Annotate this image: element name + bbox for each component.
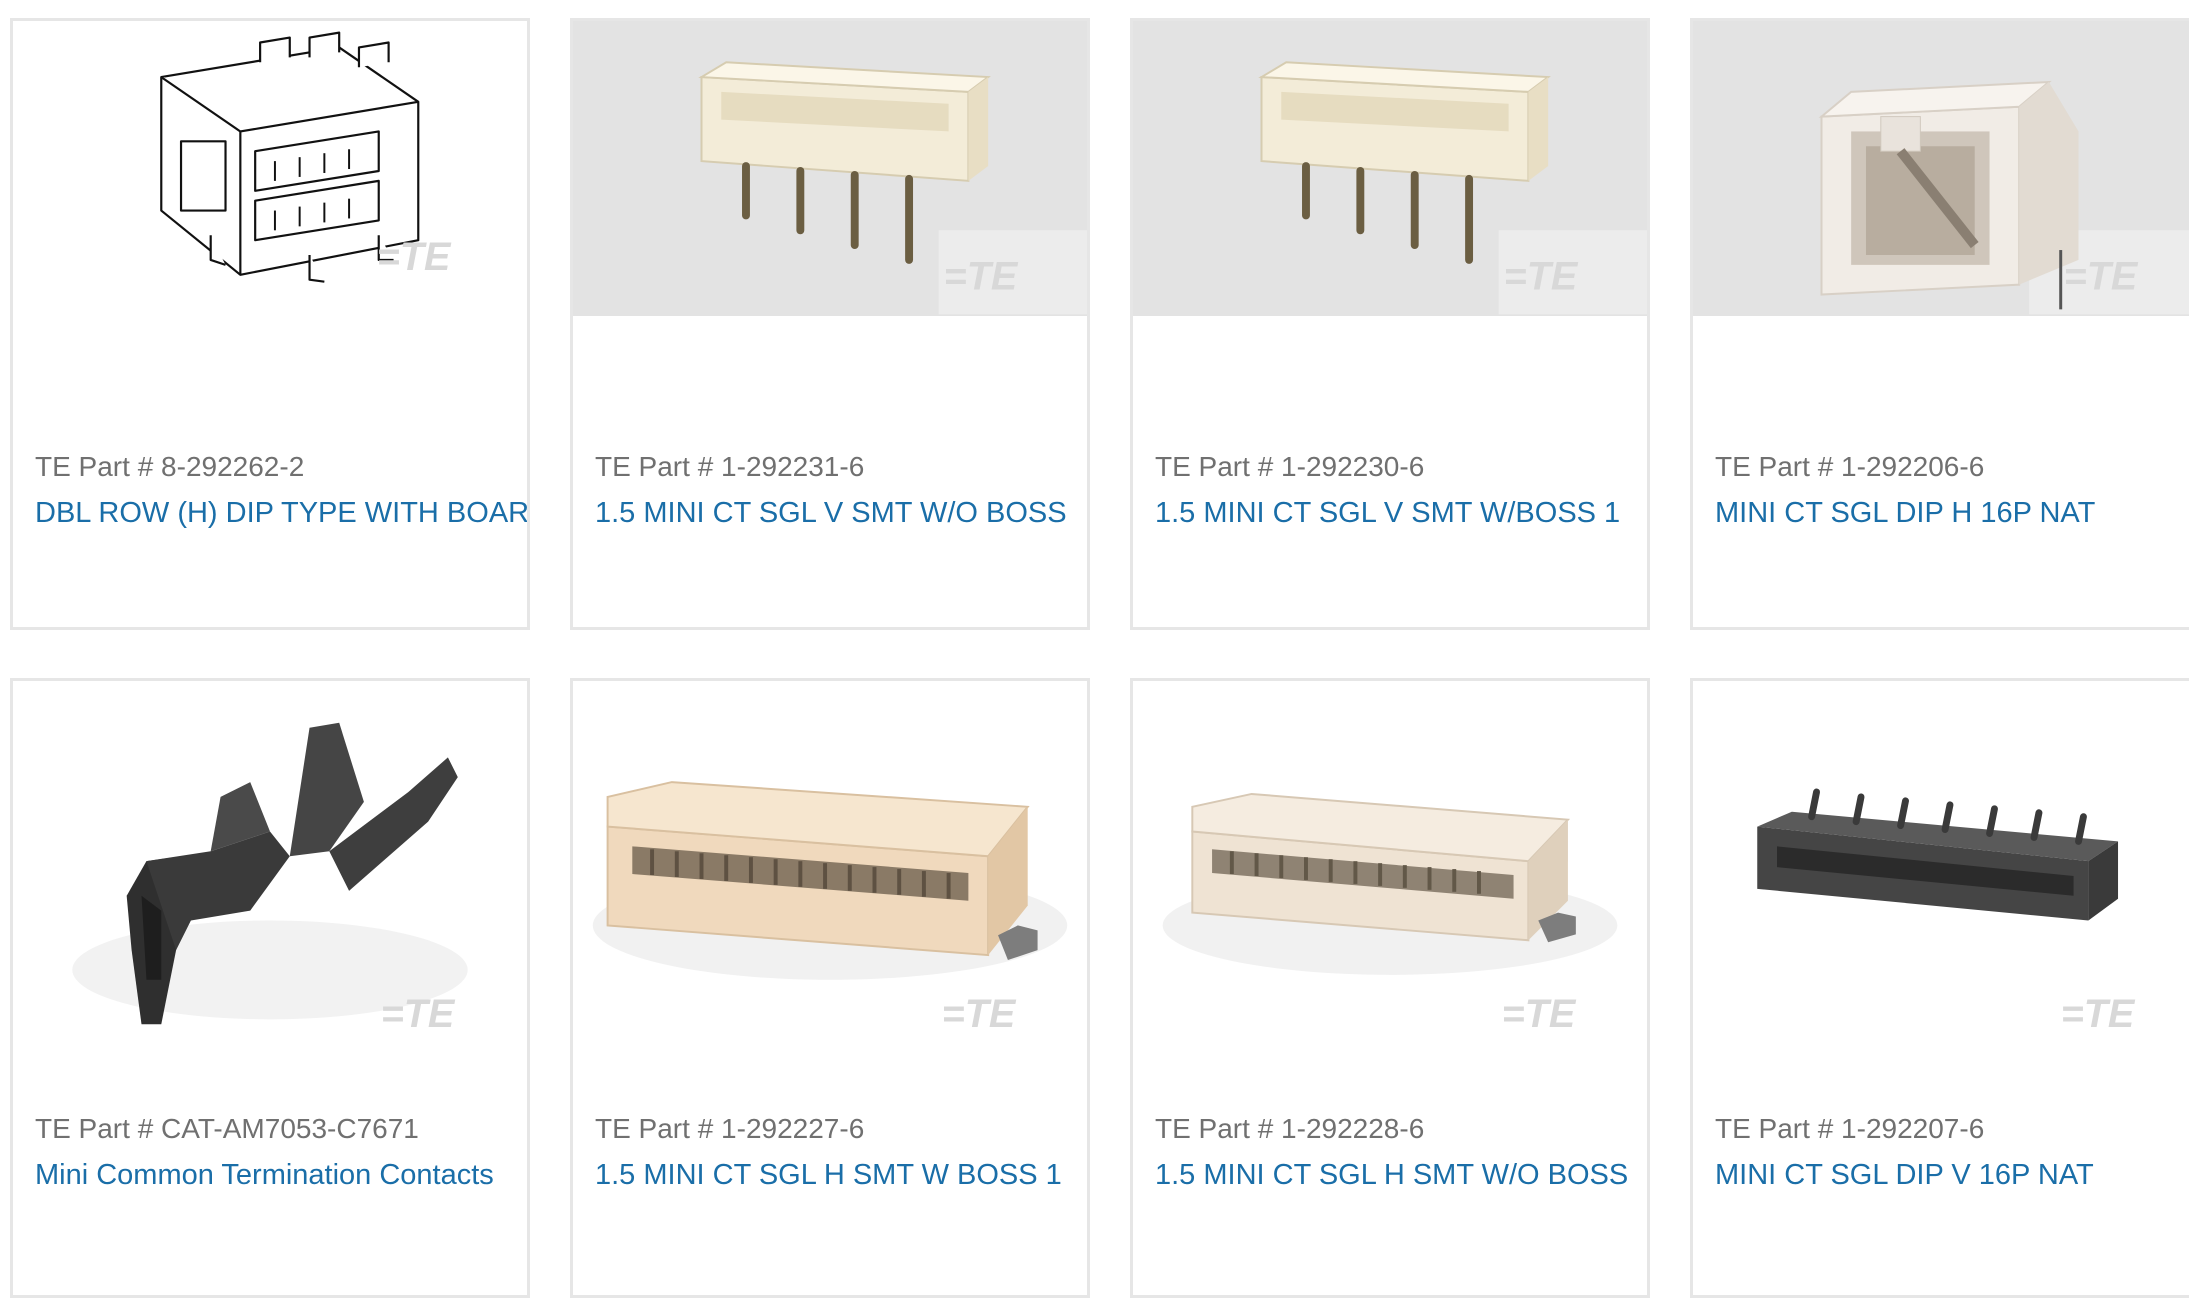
product-link[interactable]: Mini Common Termination Contacts bbox=[35, 1159, 494, 1192]
product-image[interactable]: =TE bbox=[1693, 21, 2189, 316]
product-image[interactable]: =TE bbox=[1133, 21, 1647, 316]
part-number: TE Part # CAT-AM7053-C7671 bbox=[35, 1113, 419, 1144]
part-number: TE Part # 1-292228-6 bbox=[1155, 1113, 1425, 1144]
te-watermark-icon: =TE bbox=[2064, 255, 2139, 299]
product-card[interactable]: =TE TE Part # 1-292207-6 MINI CT SGL DIP… bbox=[1690, 678, 2189, 1298]
te-watermark-icon: =TE bbox=[377, 235, 452, 279]
right-angle-dip-header-natural-icon: =TE bbox=[1818, 80, 2189, 315]
part-number: TE Part # 8-292262-2 bbox=[35, 451, 305, 482]
product-image[interactable]: =TE bbox=[13, 681, 527, 1071]
dbl-row-dip-header-drawing-icon: =TE bbox=[160, 31, 452, 283]
te-watermark-icon: =TE bbox=[944, 255, 1019, 299]
product-card[interactable]: =TE TE Part # 1-292227-6 1.5 MINI CT SGL… bbox=[570, 678, 1090, 1298]
product-link[interactable]: 1.5 MINI CT SGL H SMT W BOSS 1 bbox=[595, 1159, 1062, 1192]
part-number: TE Part # 1-292231-6 bbox=[595, 451, 865, 482]
te-watermark-icon: =TE bbox=[1504, 255, 1579, 299]
product-card[interactable]: =TE TE Part # 1-292228-6 1.5 MINI CT SGL… bbox=[1130, 678, 1650, 1298]
crimp-contact-black-icon: =TE bbox=[72, 722, 468, 1036]
te-watermark-icon: =TE bbox=[381, 992, 456, 1036]
part-number: TE Part # 1-292206-6 bbox=[1715, 451, 1985, 482]
product-card[interactable]: =TE TE Part # 1-292231-6 1.5 MINI CT SGL… bbox=[570, 18, 1090, 630]
product-card[interactable]: =TE TE Part # 8-292262-2 DBL ROW (H) DIP… bbox=[10, 18, 530, 630]
part-number: TE Part # 1-292207-6 bbox=[1715, 1113, 1985, 1144]
part-number: TE Part # 1-292227-6 bbox=[595, 1113, 865, 1144]
product-link[interactable]: 1.5 MINI CT SGL V SMT W/BOSS 1 bbox=[1155, 497, 1620, 530]
product-image[interactable]: =TE bbox=[1133, 681, 1647, 1071]
product-link[interactable]: MINI CT SGL DIP V 16P NAT bbox=[1715, 1159, 2094, 1192]
product-image[interactable]: =TE bbox=[1693, 681, 2189, 1071]
product-card[interactable]: =TE TE Part # 1-292206-6 MINI CT SGL DIP… bbox=[1690, 18, 2189, 630]
product-link[interactable]: MINI CT SGL DIP H 16P NAT bbox=[1715, 497, 2095, 530]
vertical-smt-header-natural-icon: =TE bbox=[1258, 61, 1647, 315]
part-number: TE Part # 1-292230-6 bbox=[1155, 451, 1425, 482]
te-watermark-icon: =TE bbox=[1502, 992, 1577, 1036]
product-card[interactable]: =TE TE Part # 1-292230-6 1.5 MINI CT SGL… bbox=[1130, 18, 1650, 630]
vertical-smt-header-natural-icon: =TE bbox=[698, 61, 1087, 315]
horizontal-smt-header-natural-icon: =TE bbox=[592, 781, 1068, 1036]
product-image[interactable]: =TE bbox=[13, 21, 527, 321]
te-watermark-icon: =TE bbox=[942, 992, 1017, 1036]
product-image[interactable]: =TE bbox=[573, 681, 1087, 1071]
horizontal-smt-header-natural-icon: =TE bbox=[1162, 792, 1618, 1036]
product-link[interactable]: DBL ROW (H) DIP TYPE WITH BOAR bbox=[35, 497, 527, 530]
product-image[interactable]: =TE bbox=[573, 21, 1087, 316]
vertical-dip-header-black-icon: =TE bbox=[1757, 788, 2136, 1036]
product-link[interactable]: 1.5 MINI CT SGL V SMT W/O BOSS bbox=[595, 497, 1067, 530]
te-watermark-icon: =TE bbox=[2061, 992, 2136, 1036]
product-card[interactable]: =TE TE Part # CAT-AM7053-C7671 Mini Comm… bbox=[10, 678, 530, 1298]
product-link[interactable]: 1.5 MINI CT SGL H SMT W/O BOSS bbox=[1155, 1159, 1628, 1192]
